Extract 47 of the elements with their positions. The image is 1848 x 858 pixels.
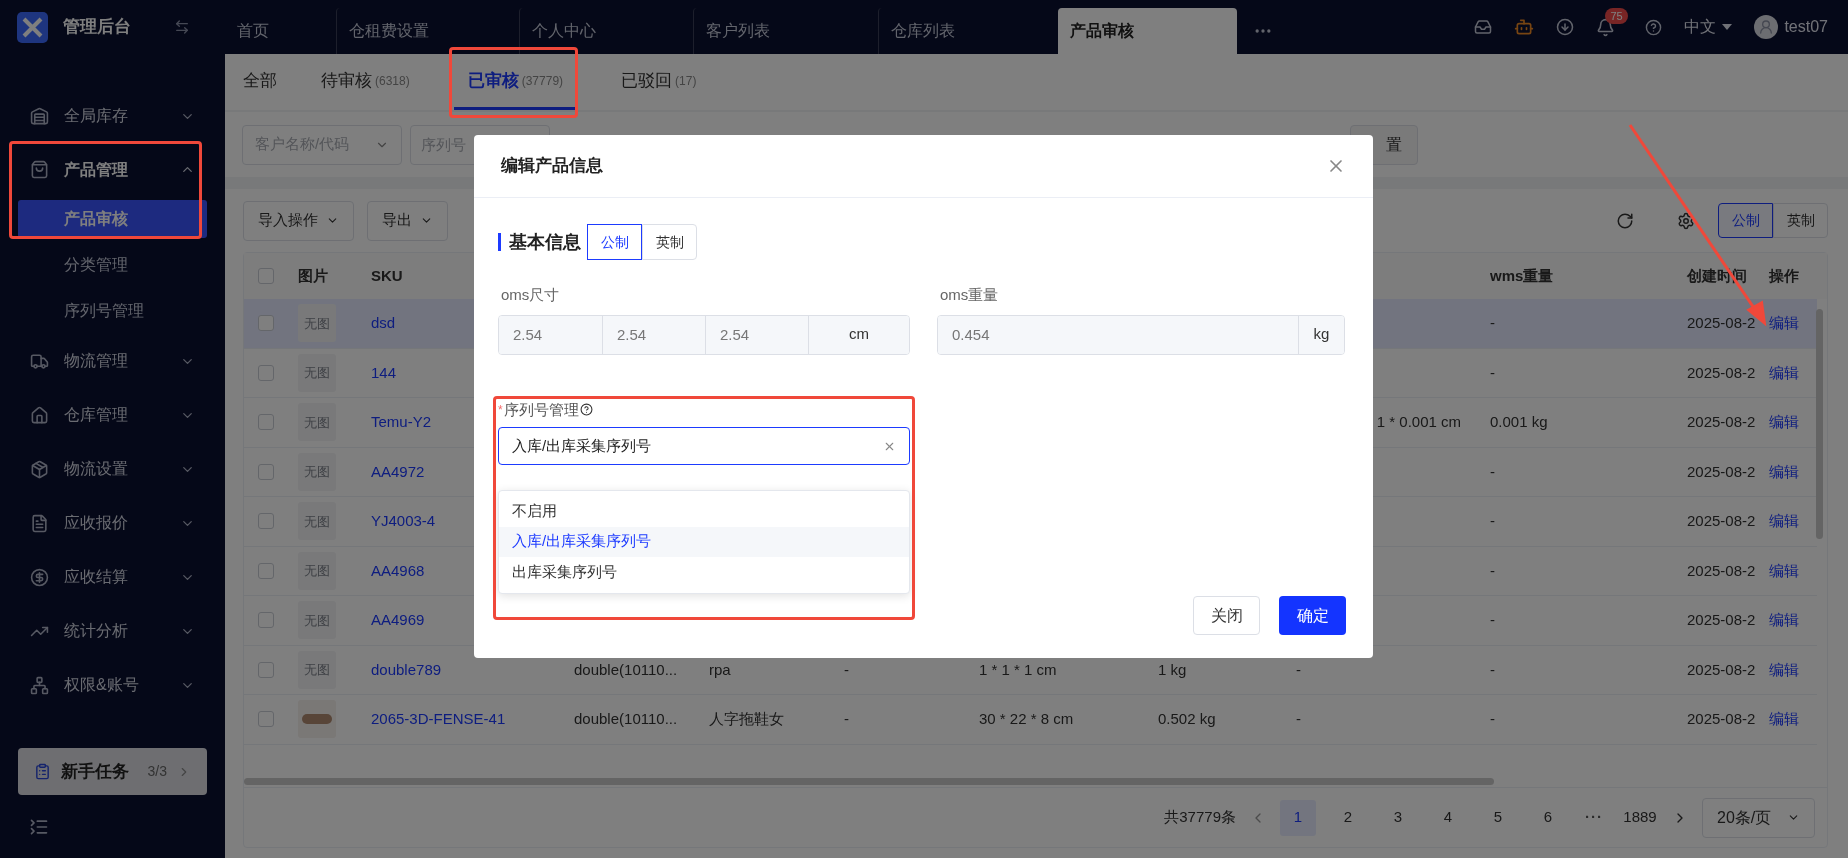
table-cell-text: double(10110... [574,709,678,729]
table-cell-text: - [1490,709,1495,729]
table-cell-text: 0.001 kg [1490,412,1548,432]
table-cell-text: 2025-08-2 [1687,362,1756,383]
username: test07 [1784,17,1828,37]
table-cell-text: 2025-08-2 [1687,461,1756,482]
column-header: 操作 [1769,265,1799,286]
table-cell-text: 1 * 0.001 cm [1376,412,1462,432]
table-cell-text: 2025-08-2 [1687,659,1756,680]
column-header: wms重量 [1490,265,1554,286]
table-cell-text: double(10110... [574,659,678,680]
notification-badge: 75 [1605,7,1628,24]
table-cell-text: - [1490,560,1495,581]
table-cell-text: 30 * 22 * 8 cm [979,709,1074,729]
app-title: 管理后台 [63,16,131,39]
total-count: 共37779条 [1164,807,1236,828]
section-title: 基本信息 [509,230,581,254]
table-cell-text: - [1490,511,1495,531]
table-cell-text: - [1296,709,1301,729]
table-cell-text: rpa [709,659,731,680]
dialog-title: 编辑产品信息 [501,155,603,178]
table-cell-text: 人字拖鞋女 [709,709,784,729]
table-cell-text: 0.502 kg [1158,709,1216,729]
field-label: 序列号管理 [503,399,579,420]
field-label: oms重量 [939,285,1000,305]
table-cell-text: 1 * 1 * 1 cm [979,659,1057,680]
table-cell-text: 1 kg [1158,659,1187,680]
column-header: 图片 [298,265,328,286]
table-cell-text: 2025-08-2 [1687,560,1756,581]
table-cell-text: - [1490,610,1495,630]
task-label: 新手任务 [61,760,129,783]
table-cell-text: 2025-08-2 [1687,610,1756,630]
table-cell-text: - [844,709,849,729]
table-cell-text: - [844,659,849,680]
table-cell-text: - [1490,461,1495,482]
task-progress: 3/3 [147,762,167,781]
table-cell-text: 2025-08-2 [1687,313,1756,333]
field-label: oms尺寸 [500,285,561,305]
required-mark: * [498,401,503,419]
table-cell-text: 2025-08-2 [1687,709,1756,729]
table-cell-text: - [1490,362,1495,383]
table-cell-text: - [1296,659,1301,680]
table-cell-text: 2025-08-2 [1687,511,1756,531]
table-cell-text: 2025-08-2 [1687,412,1756,432]
column-header: SKU [371,265,403,286]
table-cell-text: - [1490,659,1495,680]
table-cell-text: - [1490,313,1495,333]
